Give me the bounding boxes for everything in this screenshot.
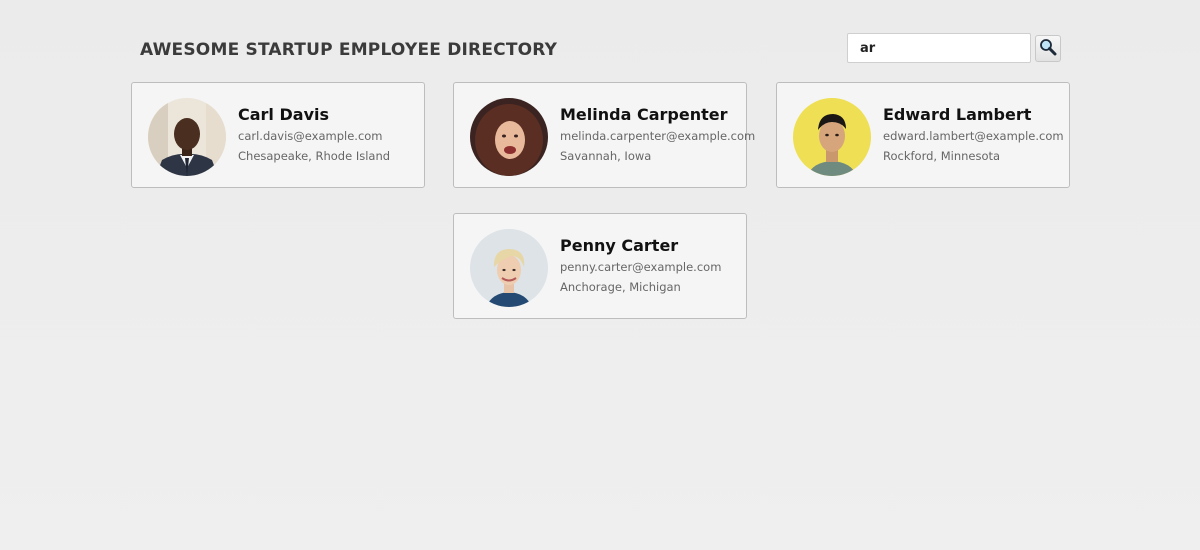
employee-info: Edward Lambert edward.lambert@example.co… (883, 105, 1065, 164)
employee-location: Savannah, Iowa (560, 149, 652, 163)
employee-card[interactable]: Edward Lambert edward.lambert@example.co… (776, 82, 1070, 188)
search-form (847, 33, 1061, 63)
avatar (470, 98, 548, 176)
page-title: AWESOME STARTUP EMPLOYEE DIRECTORY (140, 40, 558, 60)
avatar (470, 229, 548, 307)
employee-location: Chesapeake, Rhode Island (238, 149, 391, 163)
employee-card[interactable]: Carl Davis carl.davis@example.com Chesap… (131, 82, 425, 188)
avatar (148, 98, 226, 176)
avatar (793, 98, 871, 176)
employee-info: Melinda Carpenter melinda.carpenter@exam… (560, 105, 756, 164)
employee-name: Melinda Carpenter (560, 105, 728, 124)
employee-email: melinda.carpenter@example.com (560, 129, 756, 143)
employee-location: Anchorage, Michigan (560, 280, 681, 294)
employee-name: Edward Lambert (883, 105, 1032, 124)
magnifier-icon (1039, 38, 1057, 59)
employee-location: Rockford, Minnesota (883, 149, 1001, 163)
employee-email: penny.carter@example.com (560, 260, 722, 274)
employee-name: Carl Davis (238, 105, 329, 124)
search-input[interactable] (847, 33, 1031, 63)
employee-email: carl.davis@example.com (238, 129, 383, 143)
employee-info: Penny Carter penny.carter@example.com An… (560, 236, 742, 295)
employee-email: edward.lambert@example.com (883, 129, 1064, 143)
search-button[interactable] (1035, 34, 1061, 62)
employee-card[interactable]: Penny Carter penny.carter@example.com An… (453, 213, 747, 319)
employee-info: Carl Davis carl.davis@example.com Chesap… (238, 105, 420, 164)
employee-card[interactable]: Melinda Carpenter melinda.carpenter@exam… (453, 82, 756, 188)
employee-name: Penny Carter (560, 236, 679, 255)
